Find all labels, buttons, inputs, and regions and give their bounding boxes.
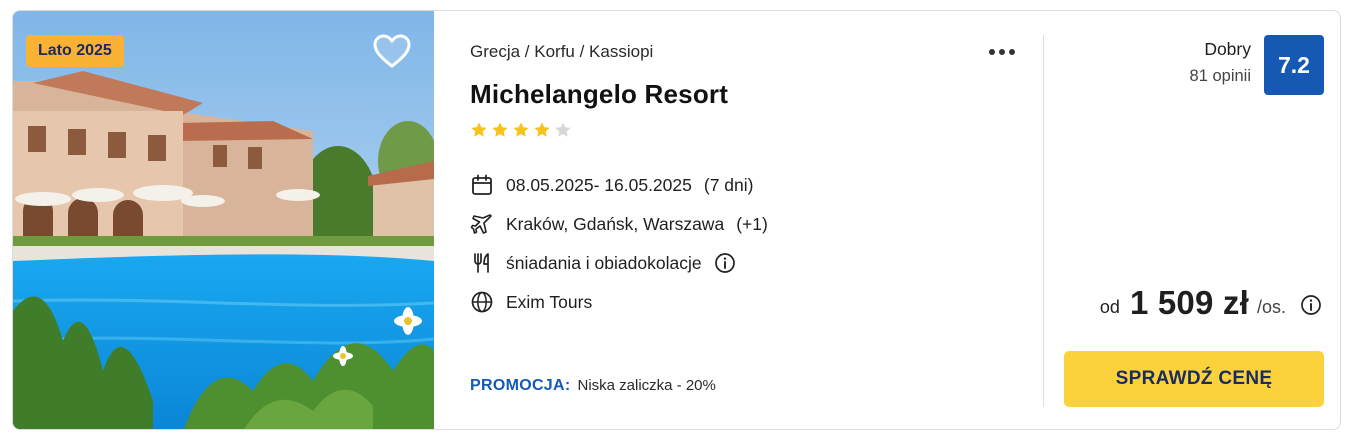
star-filled-icon (492, 122, 508, 137)
star-filled-icon (534, 122, 550, 137)
more-options-button[interactable] (984, 39, 1020, 65)
dates-row: 08.05.2025- 16.05.2025 (7 dni) (470, 172, 753, 198)
price-row: od 1 509 zł /os. (1100, 281, 1322, 325)
hotel-name[interactable]: Michelangelo Resort (470, 79, 728, 110)
promo-label: PROMOCJA: (470, 377, 571, 394)
rating-label: Dobry (1204, 39, 1251, 59)
tour-operator: Exim Tours (506, 291, 593, 312)
hotel-photo[interactable]: Lato 2025 (13, 11, 434, 429)
plane-icon (470, 212, 494, 236)
location-breadcrumb[interactable]: Grecja / Korfu / Kassiopi (470, 42, 653, 62)
price-panel: Dobry 81 opinii 7.2 od 1 509 zł /os. SPR… (1044, 11, 1340, 429)
departure-cities: Kraków, Gdańsk, Warszawa (506, 213, 725, 234)
globe-icon (470, 290, 494, 314)
travel-dates: 08.05.2025- 16.05.2025 (506, 174, 692, 195)
board-row: śniadania i obiadokolacje (470, 250, 736, 276)
cutlery-icon (470, 251, 494, 275)
promo-text: Niska zaliczka - 20% (577, 377, 716, 394)
rating-score-badge[interactable]: 7.2 (1264, 35, 1324, 95)
departures-row: Kraków, Gdańsk, Warszawa (+1) (470, 211, 768, 237)
offer-details: Grecja / Korfu / Kassiopi Michelangelo R… (434, 11, 1044, 429)
departure-more[interactable]: (+1) (736, 214, 768, 235)
board-type: śniadania i obiadokolacje (506, 252, 702, 273)
favorite-button[interactable] (372, 33, 412, 71)
price-from-label: od (1099, 296, 1120, 317)
heart-icon (373, 34, 411, 68)
offer-card[interactable]: Lato 2025 Grecja / Korfu / Kassiopi Mich… (12, 10, 1341, 430)
star-filled-icon (471, 122, 487, 137)
promotion: PROMOCJA: Niska zaliczka - 20% (470, 377, 716, 395)
travel-duration: (7 dni) (703, 174, 754, 195)
hotel-photo-image (13, 11, 434, 429)
check-price-button[interactable]: SPRAWDŹ CENĘ (1064, 351, 1324, 407)
star-filled-icon (513, 122, 529, 137)
season-badge: Lato 2025 (26, 35, 124, 67)
review-count[interactable]: 81 opinii (1190, 67, 1251, 86)
price-amount: 1 509 zł (1129, 284, 1249, 321)
star-rating (470, 121, 572, 139)
star-empty-icon (555, 122, 571, 137)
calendar-icon (470, 173, 494, 197)
operator-row: Exim Tours (470, 289, 592, 315)
more-dots-icon (989, 49, 1015, 55)
price-info-icon[interactable] (1300, 294, 1322, 316)
info-icon[interactable] (714, 252, 736, 274)
price-unit: /os. (1256, 296, 1286, 317)
